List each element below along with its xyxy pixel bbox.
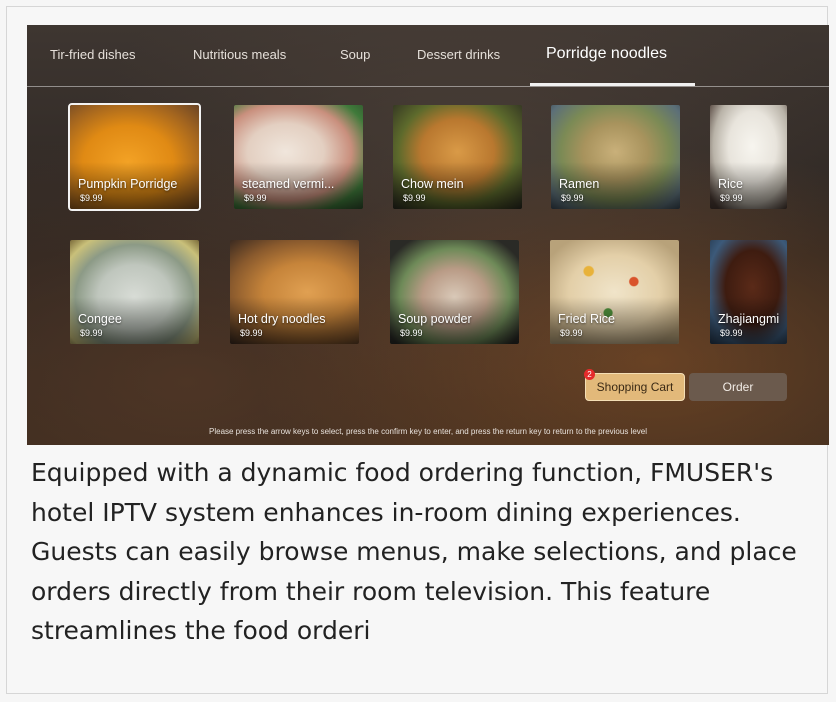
dish-card-steamed-vermicelli[interactable]: steamed vermi... $9.99 [234, 105, 363, 209]
dish-price: $9.99 [403, 193, 426, 203]
dish-card-soup-powder[interactable]: Soup powder $9.99 [390, 240, 519, 344]
dish-name: Pumpkin Porridge [78, 177, 178, 191]
dish-price: $9.99 [720, 328, 743, 338]
dish-card-ramen[interactable]: Ramen $9.99 [551, 105, 680, 209]
iptv-menu-screenshot: Tir-fried dishes Nutritious meals Soup D… [27, 25, 829, 445]
dish-price: $9.99 [560, 328, 583, 338]
active-tab-indicator [530, 83, 695, 86]
dish-price: $9.99 [80, 328, 103, 338]
dish-name: Ramen [559, 177, 600, 191]
dish-price: $9.99 [400, 328, 423, 338]
dish-name: Hot dry noodles [238, 312, 326, 326]
shopping-cart-label: Shopping Cart [596, 380, 674, 394]
dish-card-pumpkin-porridge[interactable]: Pumpkin Porridge $9.99 [68, 103, 201, 211]
shopping-cart-button[interactable]: 2 Shopping Cart [584, 369, 685, 401]
category-tabs: Tir-fried dishes Nutritious meals Soup D… [27, 25, 829, 87]
dish-card-fried-rice[interactable]: Fried Rice $9.99 [550, 240, 679, 344]
dish-name: Congee [78, 312, 122, 326]
dish-name: Chow mein [401, 177, 464, 191]
dish-card-congee[interactable]: Congee $9.99 [70, 240, 199, 344]
dish-card-zhajiangmian[interactable]: Zhajiangmi $9.99 [710, 240, 787, 344]
dish-card-hot-dry-noodles[interactable]: Hot dry noodles $9.99 [230, 240, 359, 344]
tab-nutritious-meals[interactable]: Nutritious meals [193, 47, 286, 62]
dish-name: Zhajiangmi [718, 312, 780, 326]
dish-name: steamed vermi... [242, 177, 335, 191]
tab-stir-fried-dishes[interactable]: Tir-fried dishes [50, 47, 135, 62]
dish-card-chow-mein[interactable]: Chow mein $9.99 [393, 105, 522, 209]
dish-price: $9.99 [240, 328, 263, 338]
order-label: Order [722, 380, 754, 394]
article-frame: Tir-fried dishes Nutritious meals Soup D… [6, 6, 829, 694]
dish-name: Soup powder [398, 312, 472, 326]
tab-porridge-noodles[interactable]: Porridge noodles [546, 45, 667, 63]
dish-name: Rice [718, 177, 744, 191]
article-caption: Equipped with a dynamic food ordering fu… [31, 458, 797, 645]
navigation-hint: Please press the arrow keys to select, p… [209, 427, 647, 436]
dish-card-rice[interactable]: Rice $9.99 [710, 105, 787, 209]
order-button[interactable]: Order [689, 373, 787, 401]
tab-soup[interactable]: Soup [340, 47, 370, 62]
tab-dessert-drinks[interactable]: Dessert drinks [417, 47, 500, 62]
dish-price: $9.99 [244, 193, 267, 203]
dish-price: $9.99 [720, 193, 743, 203]
dish-price: $9.99 [80, 193, 103, 203]
dish-price: $9.99 [561, 193, 584, 203]
cart-count-badge: 2 [584, 369, 595, 380]
dish-name: Fried Rice [558, 312, 615, 326]
